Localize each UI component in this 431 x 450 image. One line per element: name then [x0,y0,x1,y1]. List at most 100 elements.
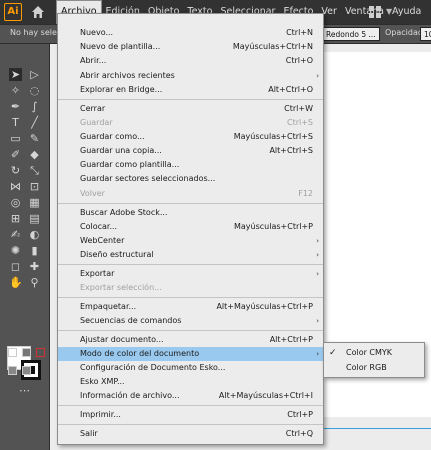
menu-item-label: Configuración de Documento Esko... [80,363,226,372]
eyedropper-tool-icon[interactable]: ✍ [9,228,22,241]
menu-item[interactable]: Guardar una copia... Alt+Ctrl+S [58,144,323,158]
menu-item-label: Colocar... [80,222,118,231]
free-transform-tool-icon[interactable]: ⊡ [28,180,41,193]
menu-item-shortcut: F12 [298,189,313,198]
pen-tool-icon[interactable]: ✒ [9,100,22,113]
selection-tool-icon[interactable]: ➤ [9,68,22,81]
rotate-tool-icon[interactable]: ↻ [9,164,22,177]
zoom-tool-icon[interactable]: ⚲ [28,276,41,289]
width-tool-icon[interactable]: ⋈ [9,180,22,193]
menu-item: Volver F12 [58,187,323,201]
menu-item-label: Cerrar [80,104,106,113]
slice-tool-icon[interactable]: ✚ [28,260,41,273]
shaper-tool-icon[interactable]: ✐ [9,148,22,161]
menu-item-label: Guardar [80,118,113,127]
menu-item-shortcut: Ctrl+W [284,104,313,113]
menu-item[interactable]: Nuevo... Ctrl+N [58,26,323,40]
menu-item[interactable]: Explorar en Bridge... Alt+Ctrl+O [58,83,323,97]
menu-item[interactable]: Esko XMP... [58,375,323,389]
menu-ayuda[interactable]: Ayuda [388,0,425,24]
menu-item[interactable]: Diseño estructural › [58,248,323,262]
chevron-right-icon: › [316,72,319,80]
menu-item-shortcut: Mayúsculas+Ctrl+S [233,132,313,141]
file-menu: Nuevo... Ctrl+N Nuevo de plantilla... Mayús… [57,13,324,445]
color-mode-icon[interactable] [8,348,17,357]
menu-separator [58,297,323,298]
menu-item-label: Salir [80,429,98,438]
submenu-item-label: Color RGB [346,363,387,372]
menu-item[interactable]: Cerrar Ctrl+W [58,102,323,116]
brush-style-field[interactable]: Redondo 5 ... [322,27,380,41]
menu-item[interactable]: Colocar... Mayúsculas+Ctrl+P [58,220,323,234]
menu-item-label: Imprimir... [80,410,121,419]
perspective-grid-tool-icon[interactable]: ▦ [28,196,41,209]
menu-item-shortcut: Alt+Mayúsculas+Ctrl+I [218,391,313,400]
menu-item[interactable]: Ajustar documento... Alt+Ctrl+P [58,333,323,347]
line-tool-icon[interactable]: ╱ [28,116,41,129]
menu-item[interactable]: Salir Ctrl+Q [58,427,323,441]
menu-item[interactable]: Nuevo de plantilla... Mayúsculas+Ctrl+N [58,40,323,54]
shape-builder-tool-icon[interactable]: ◎ [9,196,22,209]
blend-tool-icon[interactable]: ◐ [28,228,41,241]
chevron-right-icon: › [316,350,319,358]
menu-separator [58,424,323,425]
menu-item[interactable]: Secuencias de comandos › [58,314,323,328]
curvature-tool-icon[interactable]: ∫ [28,100,41,113]
menu-item[interactable]: Abrir archivos recientes › [58,69,323,83]
menu-item-label: Empaquetar... [80,302,137,311]
menu-item[interactable]: Guardar como... Mayúsculas+Ctrl+S [58,130,323,144]
chevron-right-icon: › [316,270,319,278]
paintbrush-tool-icon[interactable]: ✎ [28,132,41,145]
submenu-item[interactable]: Color RGB [324,361,424,375]
lasso-tool-icon[interactable]: ◌ [28,84,41,97]
type-tool-icon[interactable]: T [9,116,22,129]
app-logo: Ai [4,3,22,21]
menu-item[interactable]: Exportar › [58,267,323,281]
menu-item-shortcut: Ctrl+S [286,118,313,127]
draw-mode-icon[interactable] [8,366,17,375]
menu-item[interactable]: Guardar sectores seleccionados... [58,172,323,186]
menu-separator [58,264,323,265]
eraser-tool-icon[interactable]: ◆ [28,148,41,161]
mesh-tool-icon[interactable]: ⊞ [9,212,22,225]
chevron-right-icon: › [316,317,319,325]
menu-item-shortcut: Alt+Ctrl+O [268,85,313,94]
menu-item[interactable]: Abrir... Ctrl+O [58,54,323,68]
menu-separator [58,203,323,204]
color-mode-submenu: ✓ Color CMYK Color RGB [323,342,425,378]
magic-wand-tool-icon[interactable]: ✧ [9,84,22,97]
gradient-mode-icon[interactable] [22,348,31,357]
menu-item-label: Volver [80,189,105,198]
submenu-item[interactable]: ✓ Color CMYK [324,346,424,360]
menu-item[interactable]: Modo de color del documento › [58,347,323,361]
tools-panel: ➤ ▷ ✧ ◌ ✒ ∫ T ╱ ▭ ✎ ✐ ◆ ↻ ⤡ ⋈ ⊡ ◎ ▦ ⊞ ▤ … [0,44,50,450]
chevron-down-icon[interactable]: ▼ [386,7,392,16]
menu-item-shortcut: Alt+Ctrl+P [269,335,313,344]
menu-item[interactable]: Configuración de Documento Esko... [58,361,323,375]
menu-item[interactable]: Buscar Adobe Stock... [58,206,323,220]
menu-item-label: Explorar en Bridge... [80,85,163,94]
gradient-tool-icon[interactable]: ▤ [28,212,41,225]
menu-item[interactable]: WebCenter › [58,234,323,248]
menu-item[interactable]: Guardar como plantilla... [58,158,323,172]
more-tools-icon[interactable]: ⋯ [18,384,31,397]
menu-item-shortcut: Ctrl+Q [285,429,313,438]
screen-mode-icon[interactable] [22,366,31,375]
workspace-switcher-icon[interactable] [368,5,382,19]
direct-selection-tool-icon[interactable]: ▷ [28,68,41,81]
home-icon[interactable] [30,4,46,20]
menu-item-label: Secuencias de comandos [80,316,182,325]
artboard-tool-icon[interactable]: ◻ [9,260,22,273]
menu-item-label: Diseño estructural [80,250,154,259]
menu-item[interactable]: Imprimir... Ctrl+P [58,408,323,422]
opacity-field[interactable]: 100 [420,27,431,41]
symbol-sprayer-tool-icon[interactable]: ✺ [9,244,22,257]
none-mode-icon[interactable] [36,348,45,357]
menu-item[interactable]: Información de archivo... Alt+Mayúsculas+… [58,389,323,403]
menu-item-label: Nuevo... [80,28,114,37]
rectangle-tool-icon[interactable]: ▭ [9,132,22,145]
column-graph-tool-icon[interactable]: ▮ [28,244,41,257]
scale-tool-icon[interactable]: ⤡ [28,164,41,177]
menu-item[interactable]: Empaquetar... Alt+Mayúsculas+Ctrl+P [58,300,323,314]
hand-tool-icon[interactable]: ✋ [9,276,23,289]
